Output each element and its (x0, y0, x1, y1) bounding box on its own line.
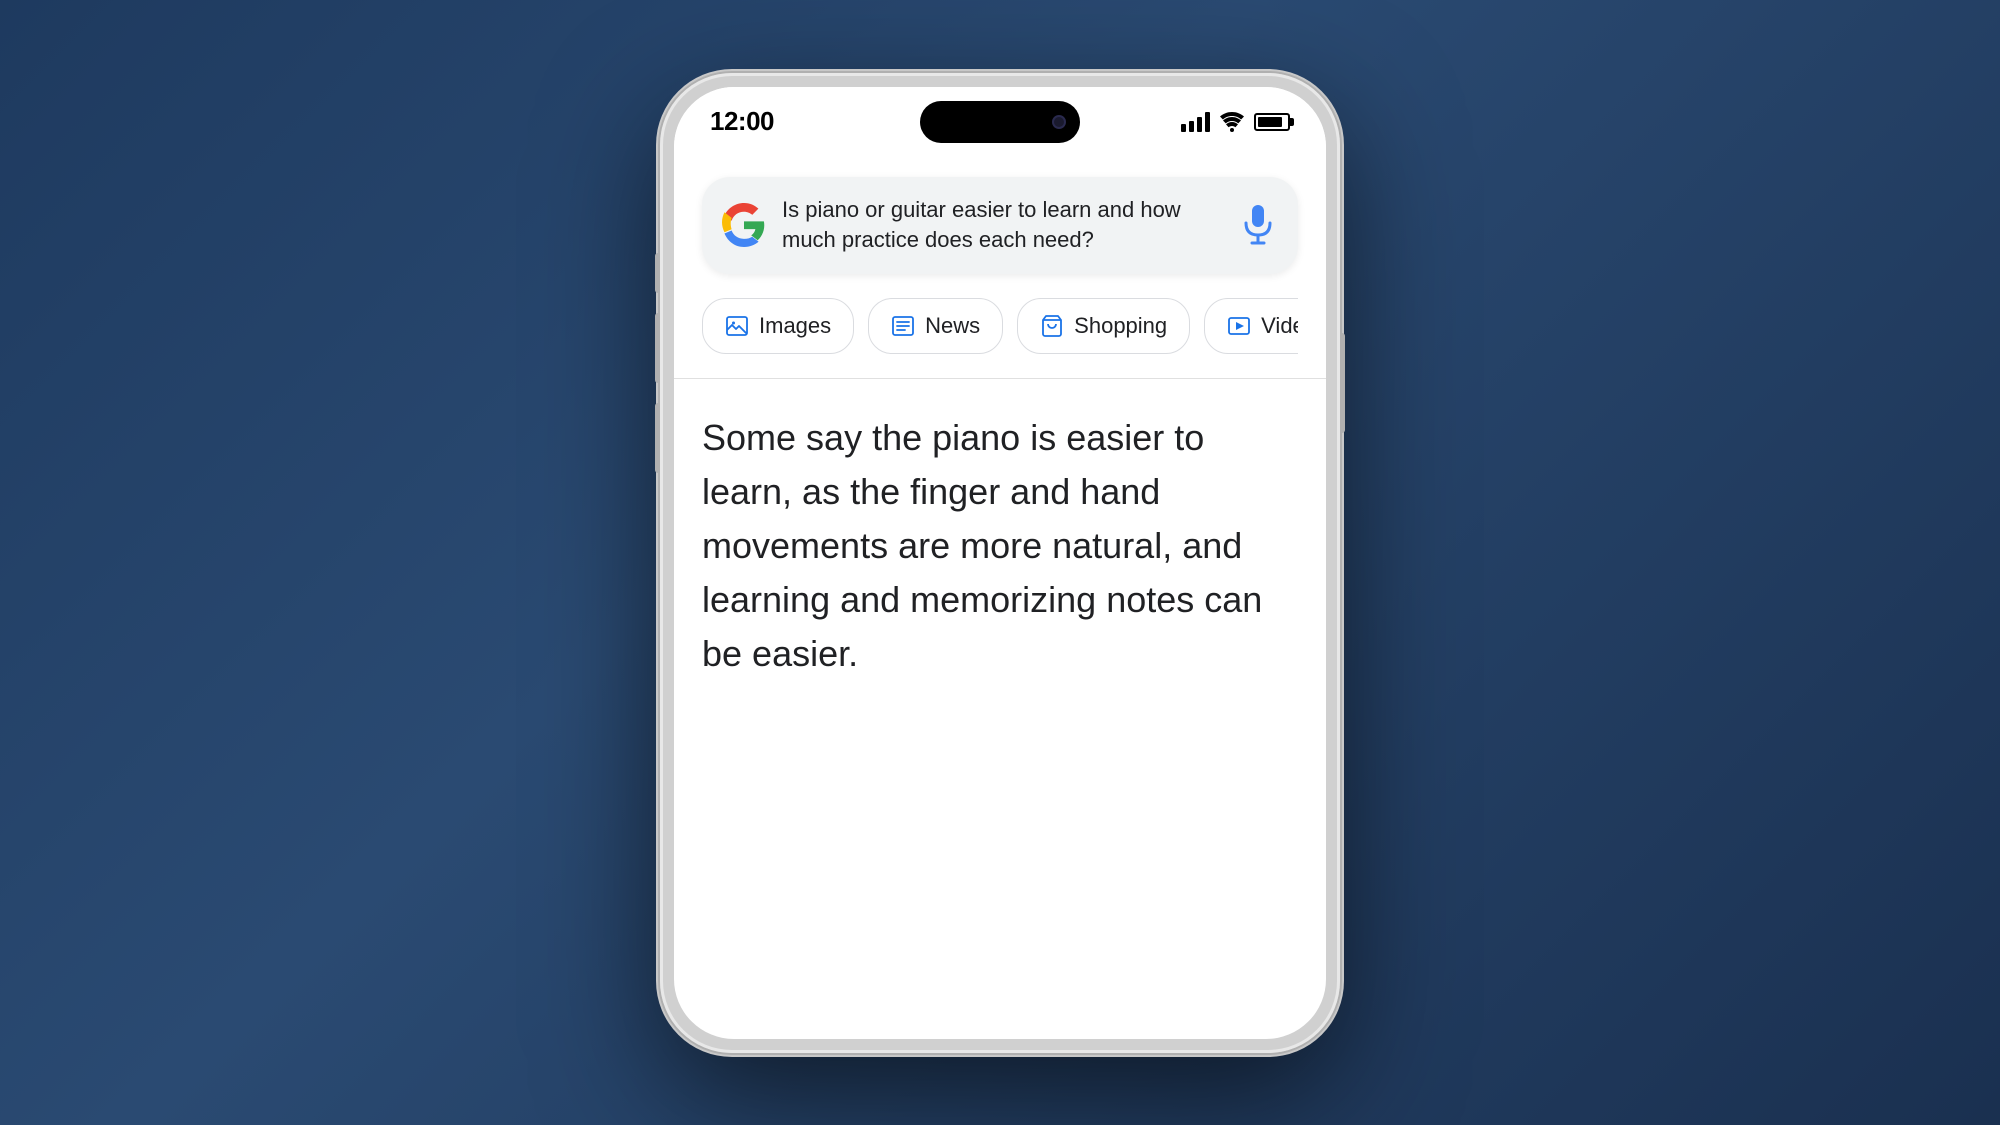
dynamic-island (920, 101, 1080, 143)
chip-shopping-label: Shopping (1074, 313, 1167, 339)
phone-screen: 12:00 (674, 87, 1326, 1039)
news-icon (891, 314, 915, 338)
battery-icon (1254, 113, 1290, 131)
status-bar: 12:00 (674, 87, 1326, 157)
chip-videos[interactable]: Vide... (1204, 298, 1298, 354)
volume-down-button (655, 403, 660, 473)
chip-videos-label: Vide... (1261, 313, 1298, 339)
power-button (1340, 333, 1345, 433)
screen-content: Is piano or guitar easier to learn and h… (674, 177, 1326, 682)
chip-images-label: Images (759, 313, 831, 339)
wifi-icon (1220, 112, 1244, 132)
phone-mockup: 12:00 (660, 73, 1340, 1053)
filter-chips: Images News (702, 298, 1298, 354)
search-bar[interactable]: Is piano or guitar easier to learn and h… (702, 177, 1298, 275)
status-icons (1181, 112, 1290, 132)
signal-icon (1181, 112, 1210, 132)
section-divider (674, 378, 1326, 379)
video-icon (1227, 314, 1251, 338)
shopping-icon (1040, 314, 1064, 338)
image-icon (725, 314, 749, 338)
google-logo (722, 203, 766, 247)
mute-button (655, 253, 660, 293)
search-query-text: Is piano or guitar easier to learn and h… (782, 195, 1222, 257)
answer-text: Some say the piano is easier to learn, a… (702, 411, 1298, 681)
chip-news-label: News (925, 313, 980, 339)
chip-shopping[interactable]: Shopping (1017, 298, 1190, 354)
chip-news[interactable]: News (868, 298, 1003, 354)
chip-images[interactable]: Images (702, 298, 854, 354)
camera-dot (1052, 115, 1066, 129)
status-time: 12:00 (710, 106, 774, 137)
mic-button[interactable] (1238, 203, 1278, 247)
volume-up-button (655, 313, 660, 383)
